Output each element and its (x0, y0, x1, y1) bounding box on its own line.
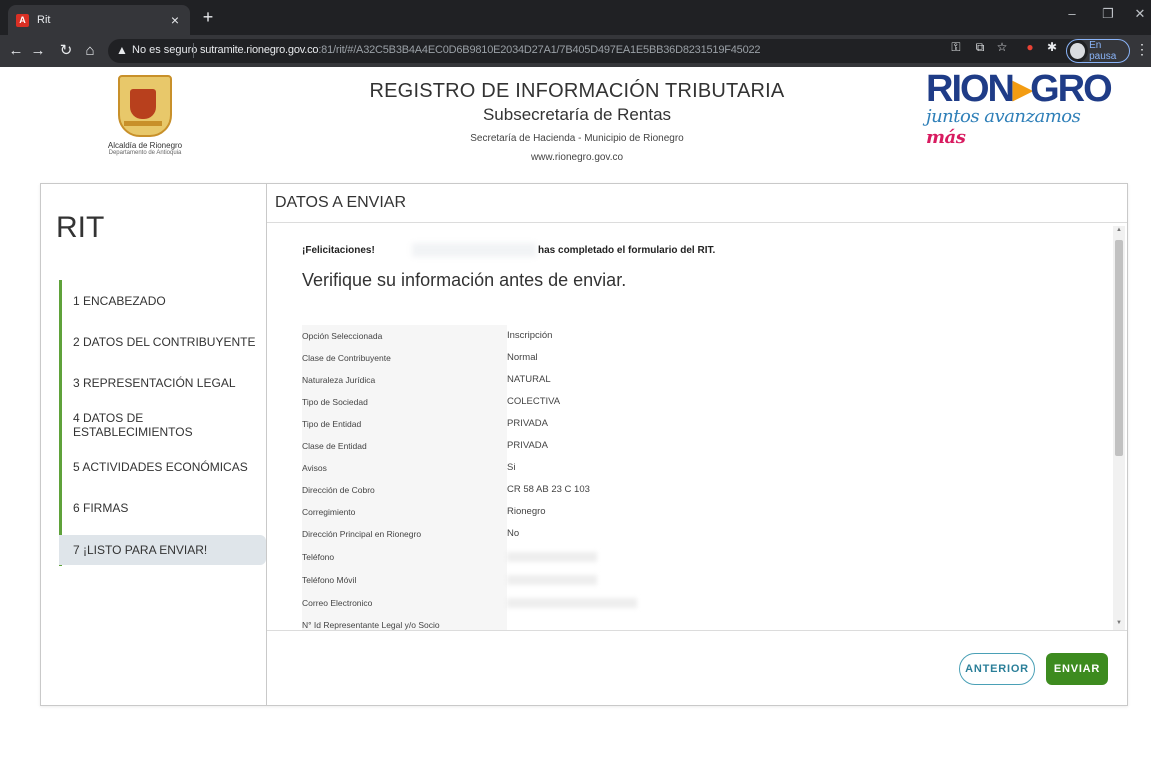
redacted-value (507, 552, 597, 562)
address-bar[interactable]: ▲ No es seguro sutramite.rionegro.gov.co… (108, 39, 1088, 63)
row-label: Teléfono (302, 552, 335, 562)
page-header: REGISTRO DE INFORMACIÓN TRIBUTARIA Subse… (330, 80, 824, 163)
tab-title: Rit (37, 14, 51, 26)
alcaldia-department: Departamento de Antioquia (108, 150, 182, 156)
extension-shield-icon[interactable]: ● (1022, 40, 1038, 54)
redacted-name (412, 243, 536, 257)
row-value: COLECTIVA (507, 396, 561, 407)
close-window-icon[interactable]: ✕ (1126, 6, 1151, 22)
back-icon[interactable]: ← (6, 41, 26, 61)
row-value: Normal (507, 352, 538, 363)
menu-icon[interactable]: ⋮ (1135, 41, 1149, 58)
main-content: DATOS A ENVIAR ¡Felicitaciones! has comp… (267, 184, 1127, 705)
section-title: DATOS A ENVIAR (275, 194, 407, 211)
steps-sidebar: RIT 1 ENCABEZADO 2 DATOS DEL CONTRIBUYEN… (41, 184, 267, 705)
minimize-icon[interactable]: – (1058, 6, 1086, 21)
profile-button[interactable]: En pausa (1066, 39, 1130, 63)
reload-icon[interactable]: ↻ (56, 41, 76, 61)
step-listo-para-enviar[interactable]: 7 ¡LISTO PARA ENVIAR! (59, 535, 266, 565)
verify-heading: Verifique su información antes de enviar… (302, 270, 627, 290)
rionegro-brand-logo: RION▸GRO juntos avanzamos más (926, 68, 1113, 148)
step-encabezado[interactable]: 1 ENCABEZADO (59, 286, 266, 316)
rit-panel: RIT 1 ENCABEZADO 2 DATOS DEL CONTRIBUYEN… (40, 183, 1128, 706)
row-value: CR 58 AB 23 C 103 (507, 484, 590, 495)
home-icon[interactable]: ⌂ (80, 41, 100, 61)
forward-icon[interactable]: → (28, 41, 48, 61)
row-value: No (507, 528, 520, 539)
row-value: PRIVADA (507, 440, 549, 451)
step-firmas[interactable]: 6 FIRMAS (59, 493, 266, 523)
close-tab-icon[interactable]: × (166, 12, 184, 28)
alcaldia-name: Alcaldía de Rionegro (107, 141, 183, 150)
scroll-down-icon[interactable]: ▼ (1115, 620, 1123, 626)
row-value: Inscripción (507, 330, 553, 341)
step-datos-contribuyente[interactable]: 2 DATOS DEL CONTRIBUYENTE (59, 327, 266, 357)
step-datos-establecimientos[interactable]: 4 DATOS DE ESTABLECIMIENTOS (59, 410, 266, 440)
redacted-value (507, 575, 597, 585)
browser-tab[interactable]: A Rit × (8, 5, 190, 35)
play-arrow-icon: ▸ (1013, 68, 1032, 110)
send-button[interactable]: ENVIAR (1046, 653, 1108, 685)
brand-wordmark: RION▸GRO (926, 68, 1113, 110)
row-label: Teléfono Móvil (302, 575, 357, 585)
coat-of-arms-icon (118, 75, 172, 137)
website-line: www.rionegro.gov.co (530, 152, 624, 163)
row-label: Dirección Principal en Rionegro (302, 529, 422, 539)
row-label: Tipo de Sociedad (302, 397, 368, 407)
puzzle-icon[interactable]: ✱ (1044, 40, 1060, 54)
sidebar-title: RIT (56, 211, 105, 244)
step-representacion-legal[interactable]: 3 REPRESENTACIÓN LEGAL (59, 368, 266, 398)
congrats-suffix: has completado el formulario del RIT. (538, 245, 716, 256)
scroll-up-icon[interactable]: ▲ (1115, 227, 1123, 233)
profile-status: En pausa (1089, 40, 1117, 62)
row-label: Correo Electronico (302, 598, 373, 608)
url-path: :81/rit/#/A32C5B3B4A4EC0D6B9810E2034D27A… (318, 44, 761, 56)
restore-icon[interactable]: ❐ (1094, 6, 1122, 22)
security-label[interactable]: No es seguro (132, 44, 197, 56)
row-value: PRIVADA (507, 418, 549, 429)
content-footer: ANTERIOR ENVIAR (267, 630, 1127, 706)
browser-tabstrip: A Rit × + – ❐ ✕ (0, 0, 1151, 35)
angular-favicon-icon: A (16, 13, 29, 27)
row-value: Rionegro (507, 506, 546, 517)
row-label: Clase de Entidad (302, 441, 367, 451)
star-icon[interactable]: ☆ (994, 40, 1010, 54)
step-actividades-economicas[interactable]: 5 ACTIVIDADES ECONÓMICAS (59, 452, 266, 482)
redacted-value (507, 598, 637, 608)
congrats-prefix: ¡Felicitaciones! (302, 245, 375, 256)
row-value: Si (507, 462, 516, 473)
page-subtitle: Subsecretaría de Rentas (482, 105, 672, 124)
alcaldia-logo: Alcaldía de Rionegro Departamento de Ant… (90, 75, 200, 156)
row-label: Avisos (302, 463, 327, 473)
warning-icon[interactable]: ▲ (116, 43, 128, 57)
translate-icon[interactable]: ⧉ (972, 40, 988, 55)
content-header: DATOS A ENVIAR (267, 184, 1127, 223)
row-label: N° Id Representante Legal y/o Socio (302, 620, 440, 630)
new-tab-icon[interactable]: + (198, 7, 218, 28)
brand-tagline: juntos avanzamos más (926, 106, 1081, 148)
key-icon[interactable]: ⚿ (948, 40, 964, 55)
row-label: Dirección de Cobro (302, 485, 375, 495)
vertical-scrollbar[interactable]: ▲ ▼ (1113, 226, 1125, 630)
summary-scroll-area[interactable]: ¡Felicitaciones! has completado el formu… (267, 223, 1127, 630)
url-host: sutramite.rionegro.gov.co (200, 44, 319, 56)
row-label: Naturaleza Jurídica (302, 375, 376, 385)
previous-button[interactable]: ANTERIOR (959, 653, 1035, 685)
row-label: Clase de Contribuyente (302, 353, 391, 363)
scroll-thumb[interactable] (1115, 240, 1123, 456)
url-text[interactable]: sutramite.rionegro.gov.co:81/rit/#/A32C5… (200, 44, 761, 56)
row-label: Tipo de Entidad (302, 419, 362, 429)
row-label: Opción Seleccionada (302, 331, 383, 341)
page-title: REGISTRO DE INFORMACIÓN TRIBUTARIA (369, 80, 785, 102)
avatar-icon (1070, 43, 1086, 59)
url-separator (193, 43, 194, 58)
row-value: NATURAL (507, 374, 551, 385)
department-line: Secretaría de Hacienda - Municipio de Ri… (470, 133, 684, 144)
row-label: Corregimiento (302, 507, 356, 517)
